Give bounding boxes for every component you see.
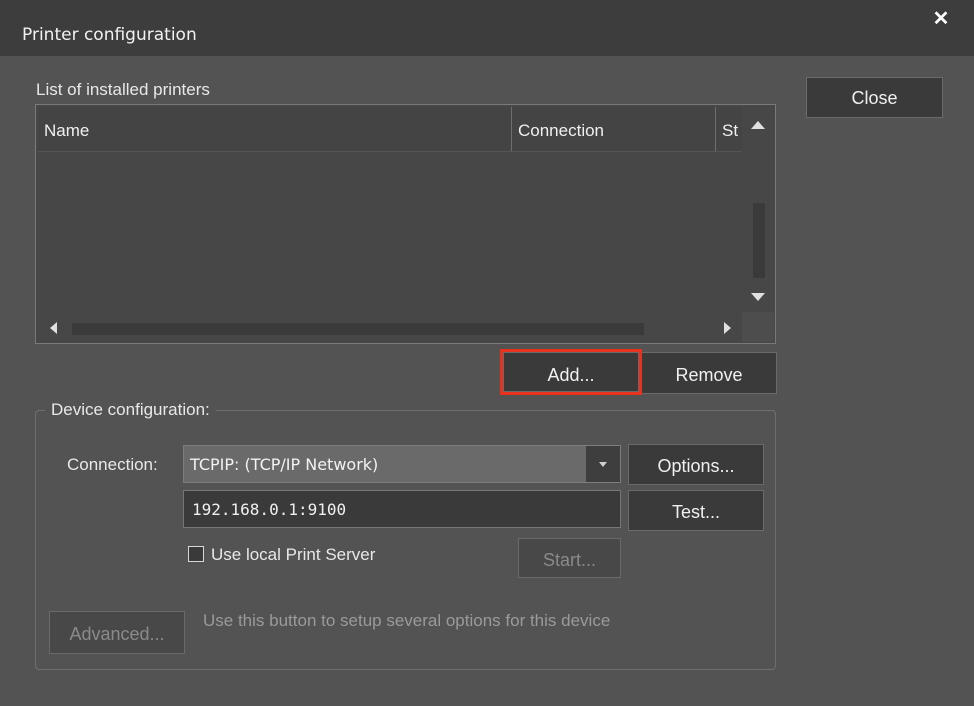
column-header-status[interactable]: St bbox=[716, 107, 742, 151]
close-button[interactable]: Close bbox=[806, 77, 943, 118]
printer-list[interactable]: Name Connection St bbox=[35, 104, 776, 344]
start-button[interactable]: Start... bbox=[518, 538, 621, 578]
local-print-server-label: Use local Print Server bbox=[211, 545, 376, 564]
horizontal-scroll-thumb[interactable] bbox=[72, 323, 644, 335]
remove-printer-button[interactable]: Remove bbox=[641, 352, 777, 394]
advanced-hint-text: Use this button to setup several options… bbox=[203, 611, 611, 630]
connection-select-value: TCPIP: (TCP/IP Network) bbox=[190, 455, 379, 474]
installed-printers-label: List of installed printers bbox=[36, 80, 210, 99]
scroll-right-icon[interactable] bbox=[724, 322, 731, 334]
vertical-scroll-thumb[interactable] bbox=[753, 203, 765, 278]
title-bar: Printer configuration ✕ bbox=[0, 0, 974, 56]
vertical-scrollbar[interactable] bbox=[742, 107, 774, 312]
horizontal-scrollbar[interactable] bbox=[38, 312, 742, 342]
advanced-button[interactable]: Advanced... bbox=[49, 611, 185, 654]
connection-label: Connection: bbox=[67, 455, 158, 474]
local-print-server-checkbox[interactable] bbox=[188, 546, 204, 562]
add-printer-button[interactable]: Add... bbox=[503, 352, 639, 392]
scroll-down-icon[interactable] bbox=[751, 293, 765, 301]
list-header: Name Connection St bbox=[38, 107, 742, 152]
dropdown-arrow-icon[interactable] bbox=[586, 446, 620, 482]
test-button[interactable]: Test... bbox=[628, 490, 764, 531]
device-configuration-title: Device configuration: bbox=[45, 400, 216, 420]
column-header-name[interactable]: Name bbox=[38, 107, 512, 151]
close-window-icon[interactable]: ✕ bbox=[930, 8, 952, 30]
connection-select[interactable]: TCPIP: (TCP/IP Network) bbox=[183, 445, 621, 483]
column-header-connection[interactable]: Connection bbox=[512, 107, 716, 151]
scrollbar-corner bbox=[742, 312, 774, 342]
window-title: Printer configuration bbox=[22, 25, 197, 45]
address-input[interactable] bbox=[183, 490, 621, 528]
scroll-left-icon[interactable] bbox=[50, 322, 57, 334]
scroll-up-icon[interactable] bbox=[751, 121, 765, 129]
options-button[interactable]: Options... bbox=[628, 444, 764, 485]
